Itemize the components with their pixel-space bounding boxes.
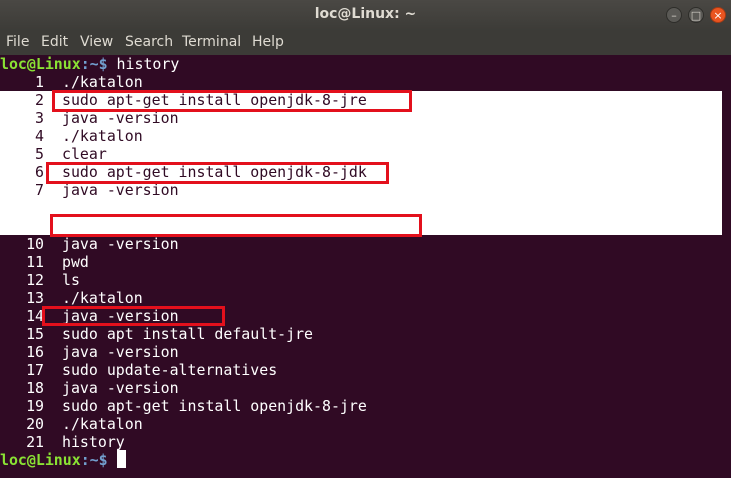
- final-prompt-line: loc@Linux:~$: [0, 451, 108, 469]
- history-command: java -version: [62, 343, 179, 361]
- history-number: 10: [26, 235, 44, 253]
- menu-terminal[interactable]: Terminal: [182, 34, 241, 50]
- history-row: 16 java -version: [0, 343, 179, 361]
- history-row: 12 ls: [0, 271, 80, 289]
- maximize-icon[interactable]: □: [688, 7, 704, 23]
- history-number: 9: [35, 217, 44, 235]
- history-number: 7: [35, 181, 44, 199]
- history-row: 21 history: [0, 433, 125, 451]
- history-number: 4: [35, 127, 44, 145]
- prompt-line: loc@Linux:~$ history: [0, 55, 179, 73]
- final-prompt-user-host: loc@Linux: [0, 451, 81, 469]
- history-number: 20: [26, 415, 44, 433]
- history-row: 18 java -version: [0, 379, 179, 397]
- history-command: ./katalon: [62, 73, 143, 91]
- annotation-box-line-2: [52, 90, 412, 112]
- history-number: 15: [26, 325, 44, 343]
- history-number: 2: [35, 91, 44, 109]
- history-number: 14: [26, 307, 44, 325]
- history-number: 5: [35, 145, 44, 163]
- history-command: sudo apt-get install openjdk-8-jre: [62, 397, 367, 415]
- menu-bar: File Edit View Search Terminal Help: [0, 31, 731, 55]
- menu-edit[interactable]: Edit: [41, 34, 68, 50]
- history-command: java -version: [62, 379, 179, 397]
- history-row: 1 ./katalon: [0, 73, 143, 91]
- history-row: 11 pwd: [0, 253, 89, 271]
- window-titlebar[interactable]: loc@Linux: ~ – □ ×: [0, 0, 731, 31]
- history-command: ./katalon: [62, 127, 143, 145]
- history-row: 5 clear: [0, 145, 107, 163]
- history-command: ls: [62, 271, 80, 289]
- close-icon[interactable]: ×: [710, 7, 726, 23]
- history-command: history: [62, 433, 125, 451]
- prompt-path: :~$: [80, 55, 108, 73]
- history-command: clear: [62, 145, 107, 163]
- history-number: 13: [26, 289, 44, 307]
- menu-view[interactable]: View: [80, 34, 113, 50]
- history-number: 16: [26, 343, 44, 361]
- annotation-box-line-14: [42, 306, 225, 326]
- menu-file[interactable]: File: [6, 34, 29, 50]
- history-row: 19 sudo apt-get install openjdk-8-jre: [0, 397, 367, 415]
- terminal-output[interactable]: loc@Linux:~$ history 1 ./katalon 2 sudo apt…: [0, 55, 731, 478]
- history-command: sudo apt install default-jre: [62, 325, 314, 343]
- history-row: 10 java -version: [0, 235, 179, 253]
- final-prompt-path: :~$: [80, 451, 108, 469]
- history-row: 20 ./katalon: [0, 415, 143, 433]
- history-command: sudo update-alternatives: [62, 361, 278, 379]
- history-command: java -version: [62, 235, 179, 253]
- history-row: 13 ./katalon: [0, 289, 143, 307]
- text-cursor: [117, 450, 126, 468]
- history-command: ./katalon: [62, 289, 143, 307]
- prompt-command: history: [107, 55, 180, 73]
- prompt-user-host: loc@Linux: [0, 55, 81, 73]
- annotation-box-line-9: [50, 214, 422, 237]
- history-number: 11: [26, 253, 44, 271]
- history-number: 3: [35, 109, 44, 127]
- history-row: 17 sudo update-alternatives: [0, 361, 277, 379]
- scrollbar[interactable]: [722, 55, 731, 478]
- history-command: pwd: [62, 253, 89, 271]
- history-row: 15 sudo apt install default-jre: [0, 325, 313, 343]
- history-number: 6: [35, 163, 44, 181]
- history-command: ./katalon: [62, 415, 143, 433]
- history-number: 21: [26, 433, 44, 451]
- minimize-icon[interactable]: –: [666, 7, 682, 23]
- history-row: 4 ./katalon: [0, 127, 143, 145]
- history-number: 12: [26, 271, 44, 289]
- annotation-box-line-6: [46, 162, 389, 184]
- window-title: loc@Linux: ~: [314, 6, 417, 22]
- history-number: 17: [26, 361, 44, 379]
- history-number: 8: [35, 199, 44, 217]
- history-number: 1: [35, 73, 44, 91]
- history-number: 18: [26, 379, 44, 397]
- menu-search[interactable]: Search: [125, 34, 173, 50]
- history-number: 19: [26, 397, 44, 415]
- menu-help[interactable]: Help: [252, 34, 284, 50]
